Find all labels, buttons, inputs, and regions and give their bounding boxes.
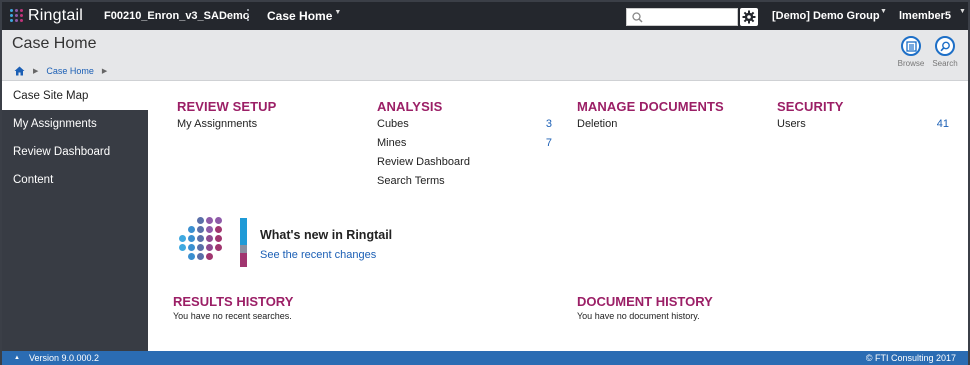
ringtail-dots-icon xyxy=(177,217,229,269)
chevron-right-icon: ▶ xyxy=(101,68,108,75)
link-label: Review Dashboard xyxy=(377,156,470,168)
caret-icon: ▼ xyxy=(880,8,887,15)
link-deletion[interactable]: Deletion xyxy=(577,118,752,137)
search-icon xyxy=(935,36,955,56)
global-search-input[interactable] xyxy=(645,9,737,25)
review-setup-section: REVIEW SETUP My Assignments xyxy=(177,99,352,137)
document-history-section: DOCUMENT HISTORY You have no document hi… xyxy=(577,294,713,321)
sidebar-item-case-site-map[interactable]: Case Site Map xyxy=(2,82,148,110)
section-title: ANALYSIS xyxy=(377,99,443,114)
accent-bar xyxy=(240,218,247,267)
empty-message: You have no document history. xyxy=(577,311,700,321)
browse-icon xyxy=(901,36,921,56)
user-menu[interactable]: lmember5 xyxy=(899,10,951,22)
link-users[interactable]: Users 41 xyxy=(777,118,949,137)
more-vertical-icon[interactable] xyxy=(246,9,250,23)
page-header: Case Home ▶ Case Home ▶ Browse Search xyxy=(2,30,968,81)
version-toggle[interactable]: ▲ Version 9.0.000.2 xyxy=(14,353,99,363)
search-label: Search xyxy=(932,59,958,68)
whats-new-panel: What's new in Ringtail See the recent ch… xyxy=(177,217,477,269)
section-title: REVIEW SETUP xyxy=(177,99,277,114)
link-mines[interactable]: Mines 7 xyxy=(377,137,552,156)
browse-button[interactable]: Browse xyxy=(894,36,928,68)
whats-new-title: What's new in Ringtail xyxy=(260,228,393,242)
gear-icon[interactable] xyxy=(740,8,758,26)
count-badge: 7 xyxy=(545,137,552,149)
security-section: SECURITY Users 41 xyxy=(777,99,949,137)
link-label: Users xyxy=(777,118,806,130)
link-cubes[interactable]: Cubes 3 xyxy=(377,118,552,137)
section-title: RESULTS HISTORY xyxy=(173,294,294,309)
link-label: Mines xyxy=(377,137,407,149)
group-menu[interactable]: [Demo] Demo Group xyxy=(772,10,880,22)
breadcrumb: ▶ Case Home ▶ xyxy=(14,66,115,76)
analysis-section: ANALYSIS Cubes 3 Mines 7 Review Dashboar… xyxy=(377,99,552,194)
version-label: Version 9.0.000.2 xyxy=(28,353,100,363)
case-home-menu[interactable]: Case Home ▼ xyxy=(267,9,341,23)
sidebar-item-review-dashboard[interactable]: Review Dashboard xyxy=(2,138,148,166)
section-title: MANAGE DOCUMENTS xyxy=(577,99,724,114)
section-title: DOCUMENT HISTORY xyxy=(577,294,713,309)
ringtail-logo[interactable]: Ringtail xyxy=(10,6,83,26)
link-label: Deletion xyxy=(577,118,618,130)
link-label: My Assignments xyxy=(177,118,258,130)
browse-label: Browse xyxy=(897,59,925,68)
recent-changes-link[interactable]: See the recent changes xyxy=(260,249,376,261)
app-window: Ringtail F00210_Enron_v3_SADemo Case Hom… xyxy=(0,0,970,365)
case-name: F00210_Enron_v3_SADemo xyxy=(104,10,250,22)
footer-bar: ▲ Version 9.0.000.2 © FTI Consulting 201… xyxy=(2,351,968,365)
section-title: SECURITY xyxy=(777,99,844,114)
empty-message: You have no recent searches. xyxy=(173,311,292,321)
top-bar: Ringtail F00210_Enron_v3_SADemo Case Hom… xyxy=(2,2,968,30)
caret-icon: ▼ xyxy=(959,8,966,15)
link-review-dashboard[interactable]: Review Dashboard xyxy=(377,156,552,175)
ringtail-logo-icon xyxy=(10,9,24,23)
link-search-terms[interactable]: Search Terms xyxy=(377,175,552,194)
sidebar-item-my-assignments[interactable]: My Assignments xyxy=(2,110,148,138)
link-my-assignments[interactable]: My Assignments xyxy=(177,118,352,137)
search-icon xyxy=(632,12,643,23)
results-history-section: RESULTS HISTORY You have no recent searc… xyxy=(173,294,293,321)
count-badge: 41 xyxy=(936,118,949,130)
site-map-content: REVIEW SETUP My Assignments ANALYSIS Cub… xyxy=(149,82,968,351)
page-title: Case Home xyxy=(12,35,97,52)
home-icon[interactable] xyxy=(14,66,25,76)
chevron-right-icon: ▶ xyxy=(33,68,39,75)
copyright: © FTI Consulting 2017 xyxy=(865,353,956,363)
manage-documents-section: MANAGE DOCUMENTS Deletion xyxy=(577,99,752,137)
link-label: Cubes xyxy=(377,118,409,130)
breadcrumb-case-home[interactable]: Case Home xyxy=(46,66,94,76)
search-button[interactable]: Search xyxy=(928,36,962,68)
sidebar-item-content[interactable]: Content xyxy=(2,166,148,194)
caret-icon: ▼ xyxy=(334,9,342,16)
case-home-menu-label: Case Home xyxy=(267,9,333,23)
global-search-box xyxy=(626,8,738,26)
sidebar: Case Site Map My Assignments Review Dash… xyxy=(2,82,148,351)
logo-text: Ringtail xyxy=(28,7,83,24)
count-badge: 3 xyxy=(545,118,552,130)
chevron-up-icon: ▲ xyxy=(14,355,20,361)
link-label: Search Terms xyxy=(377,175,445,187)
